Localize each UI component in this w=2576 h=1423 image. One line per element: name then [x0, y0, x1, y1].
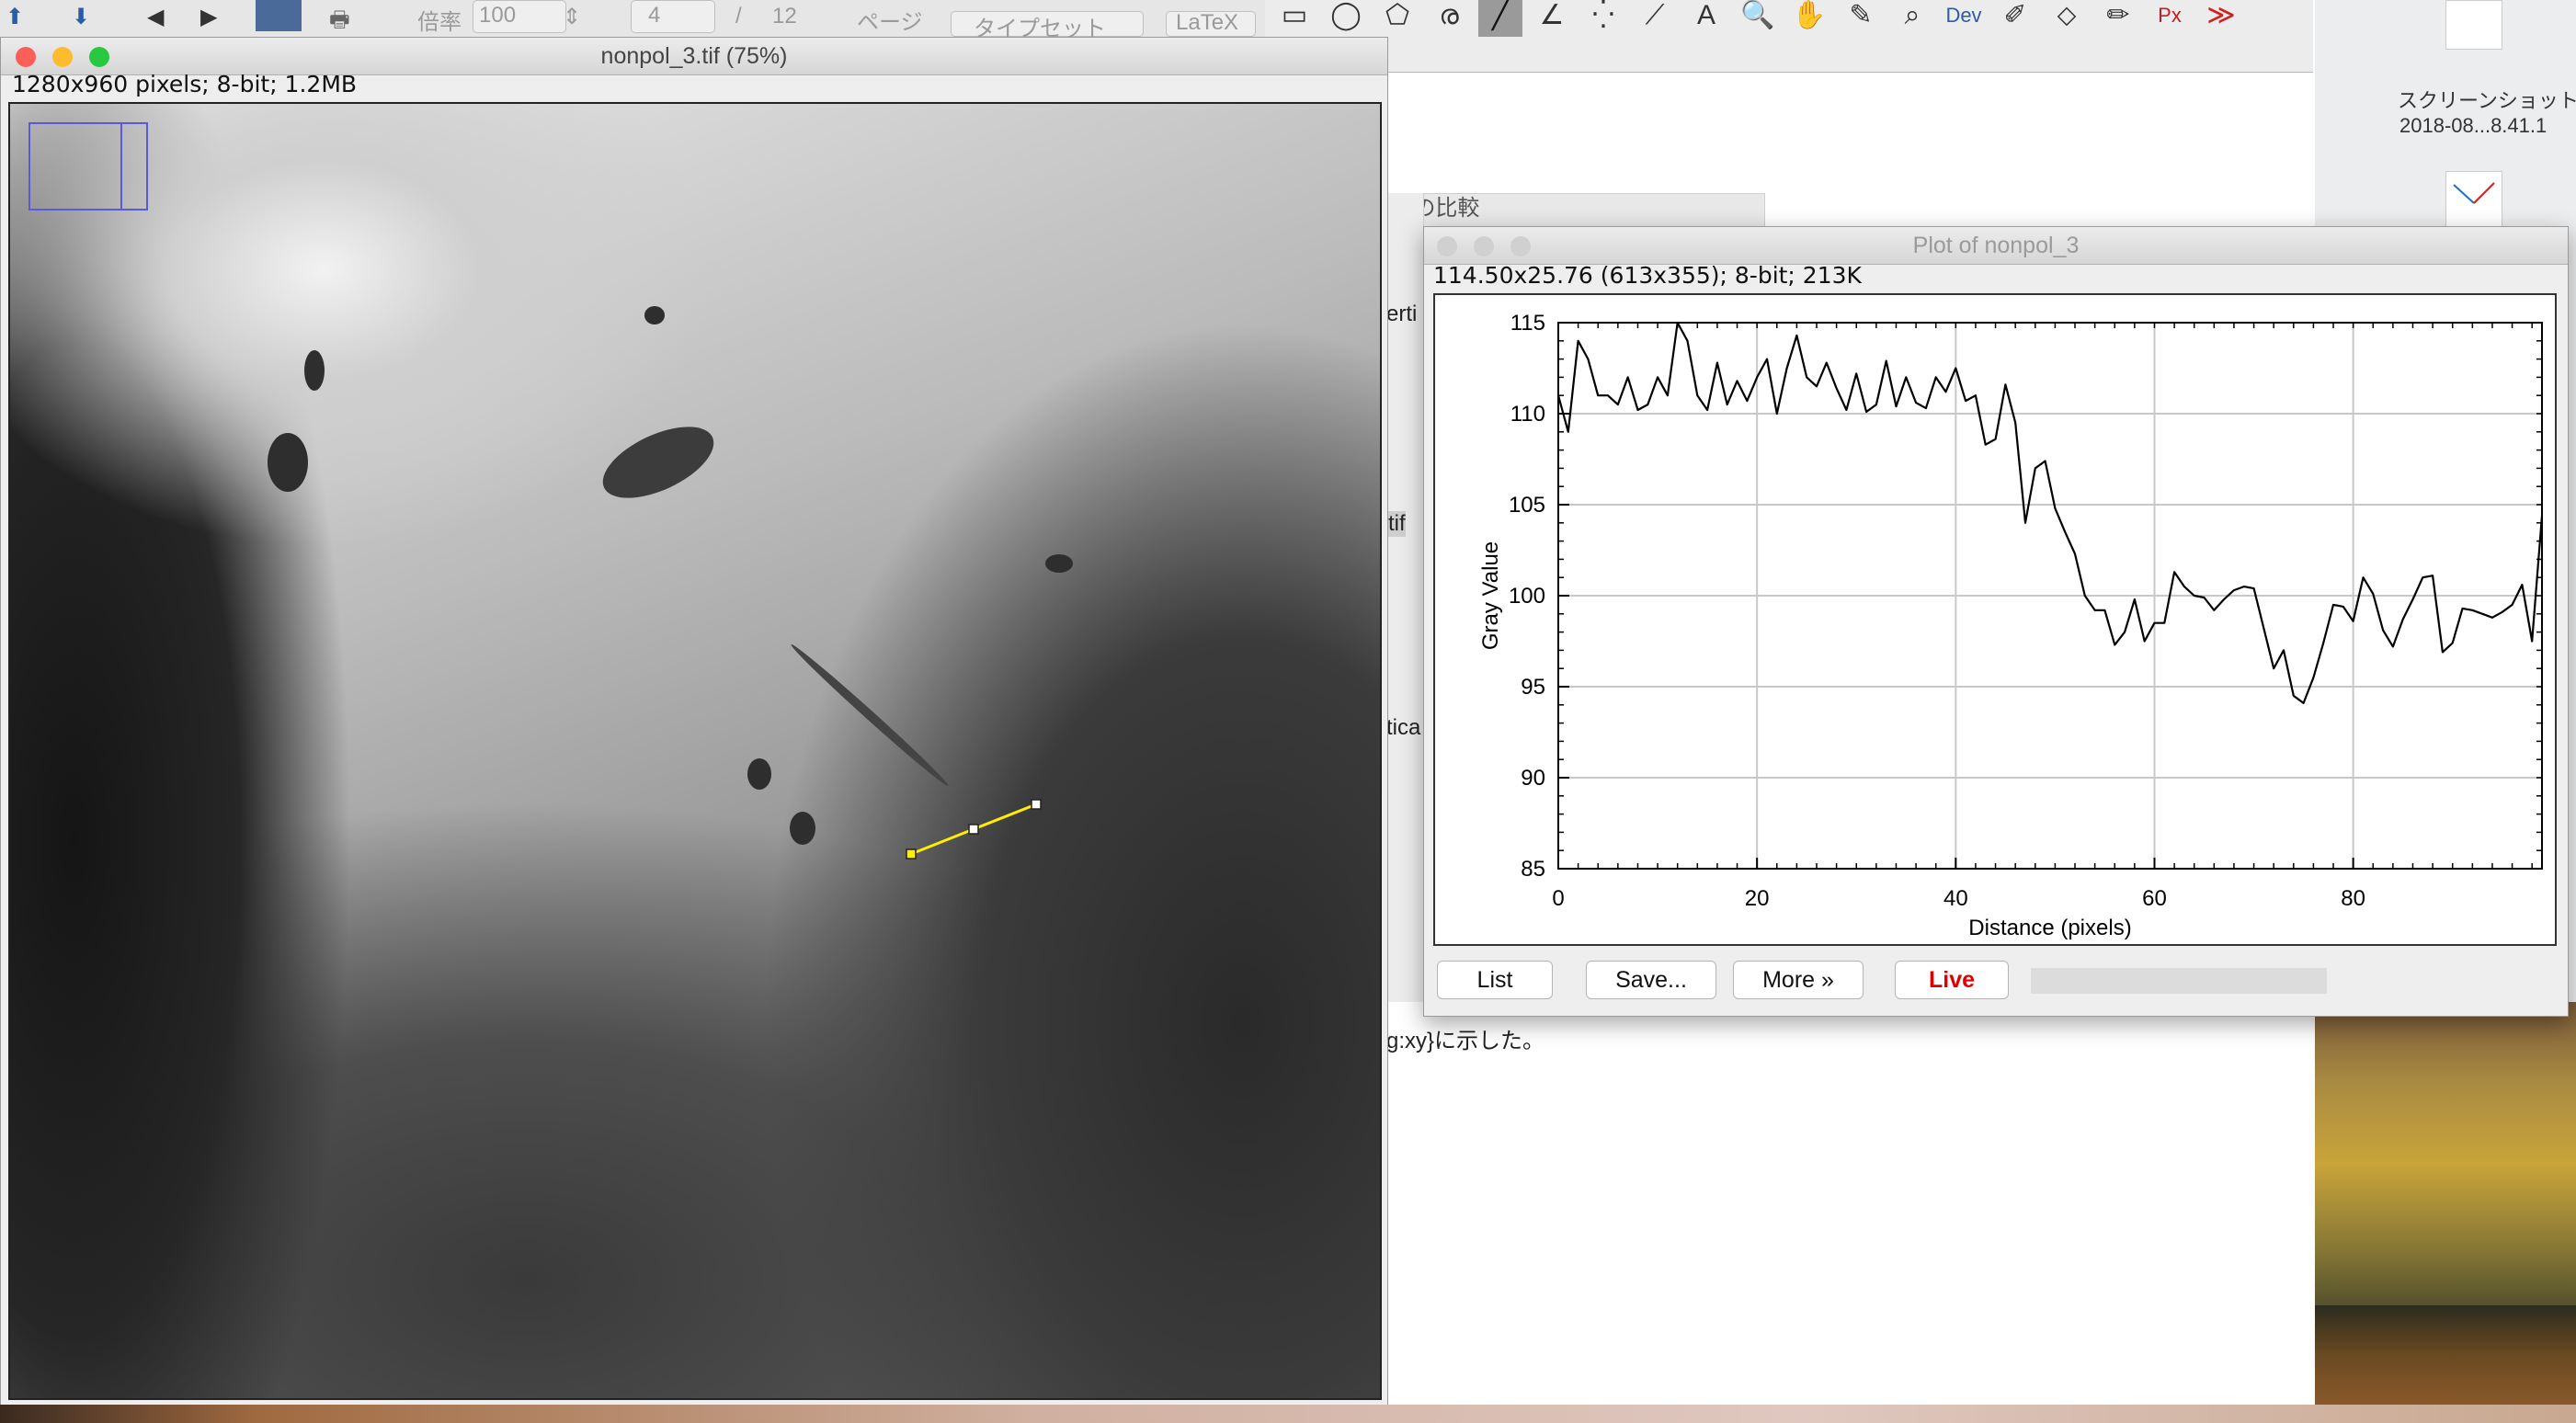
zoom-value: 100	[479, 3, 517, 28]
panel-fragment-vertical: erti	[1386, 302, 1418, 326]
desktop-file-name[interactable]: スクリーンショット	[2398, 85, 2576, 114]
freehand-tool-icon[interactable]: ര	[1427, 0, 1471, 37]
previous-page-icon[interactable]: ◀	[147, 4, 164, 30]
dev-tool-icon[interactable]: Dev	[1942, 0, 1986, 37]
y-tick-label: 85	[1521, 857, 1545, 882]
latex-selector[interactable]: LaTeX	[1166, 10, 1256, 37]
save-button[interactable]: Save...	[1586, 961, 1716, 999]
list-button-label: List	[1476, 967, 1513, 993]
print-icon[interactable]: 🖶	[329, 4, 350, 41]
zoom-button[interactable]	[89, 47, 109, 67]
page-separator: /	[735, 4, 742, 28]
rectangle-tool-icon[interactable]: ▭	[1272, 0, 1316, 37]
oval-tool-icon[interactable]: ◯	[1324, 0, 1368, 37]
x-tick-label: 40	[1943, 886, 1968, 911]
screenshot-file-thumbnail[interactable]	[2445, 0, 2502, 50]
zoom-stepper-icon[interactable]: ⇕	[563, 4, 581, 30]
list-button[interactable]: List	[1437, 961, 1553, 999]
more-button[interactable]: More »	[1733, 961, 1864, 999]
image-canvas[interactable]	[8, 102, 1382, 1400]
y-tick-label: 105	[1509, 493, 1545, 518]
y-tick-label: 100	[1509, 584, 1545, 609]
zoom-label: 倍率	[417, 10, 462, 35]
save-button-label: Save...	[1615, 967, 1687, 993]
live-button[interactable]: Live	[1895, 961, 2009, 999]
y-tick-label: 115	[1510, 311, 1545, 336]
x-axis-label: Distance (pixels)	[1968, 916, 2131, 940]
minimize-button[interactable]	[52, 47, 73, 67]
plot-info: 114.50x25.76 (613x355); 8-bit; 213K	[1433, 262, 1862, 289]
diagram-file-thumbnail[interactable]	[2445, 171, 2502, 228]
line-handle-end[interactable]	[1031, 799, 1042, 810]
download-arrow-icon[interactable]: ⬇	[72, 4, 90, 30]
dropper-tool-icon[interactable]: ✎	[1839, 0, 1883, 37]
desktop-file-date: 2018-08...8.41.1	[2399, 114, 2548, 137]
x-tick-label: 60	[2142, 886, 2167, 911]
pixel-inspector-tool-icon[interactable]: Px	[2148, 0, 2192, 37]
image-info: 1280x960 pixels; 8-bit; 1.2MB	[12, 71, 358, 97]
progress-bar	[2031, 968, 2327, 994]
plot-window-title: Plot of nonpol_3	[1912, 233, 2080, 258]
plot-close-button[interactable]	[1437, 236, 1457, 256]
y-axis-label: Gray Value	[1478, 541, 1503, 650]
y-tick-label: 110	[1510, 402, 1545, 427]
document-fragment-caption: g:xy}に示した。	[1386, 1029, 1545, 1053]
latex-selector-label: LaTeX	[1176, 10, 1239, 35]
text-tool-icon[interactable]: A	[1684, 0, 1728, 37]
polygon-tool-icon[interactable]: ⬠	[1375, 0, 1419, 37]
line-selection[interactable]	[10, 104, 1382, 1400]
page-total: 12	[772, 4, 797, 28]
image-window-titlebar[interactable]: nonpol_3.tif (75%)	[1, 38, 1387, 75]
preview-thumbnail-icon[interactable]	[256, 0, 302, 31]
y-tick-label: 90	[1521, 766, 1545, 791]
magnifier-tool-icon[interactable]: 🔍	[1736, 0, 1780, 37]
plot-zoom-button[interactable]	[1510, 236, 1531, 256]
zoom-field[interactable]: 100	[473, 0, 566, 33]
panel-fragment-vertical-2: tica	[1386, 715, 1421, 740]
close-button[interactable]	[16, 47, 36, 67]
page-value: 4	[648, 3, 661, 28]
x-tick-label: 20	[1745, 886, 1770, 911]
search-tool-icon[interactable]: ⌕	[1890, 0, 1934, 37]
line-handle-start[interactable]	[906, 848, 917, 859]
x-tick-label: 80	[2341, 886, 2365, 911]
editor-toolbar: ⬆ ⬇ ◀ ▶ 🖶 倍率 100 ⇕ 4 / 12 ページ タイプセット LaT…	[0, 0, 1265, 41]
more-tools-icon[interactable]: ≫	[2199, 0, 2243, 37]
hand-tool-icon[interactable]: ✋	[1787, 0, 1831, 37]
image-window-title: nonpol_3.tif (75%)	[600, 43, 788, 69]
editor-side-panel: erti tif tica	[1386, 193, 1424, 1002]
line-tool-icon[interactable]: ╱	[1478, 0, 1522, 37]
gray-value-profile-chart[interactable]: 0 20 40 60 80 85 90 95 100 105 110 115 Distance (pix…	[1435, 295, 2555, 944]
desktop-wallpaper-lake	[2315, 1305, 2576, 1406]
angle-tool-icon[interactable]: ∠	[1530, 0, 1574, 37]
brush-tool-icon[interactable]: ✐	[1993, 0, 2037, 37]
diagram-thumbnail-icon	[2453, 182, 2495, 204]
plot-area[interactable]: 0 20 40 60 80 85 90 95 100 105 110 115 Distance (pix…	[1433, 293, 2557, 946]
line-handle-middle[interactable]	[968, 824, 979, 835]
upload-arrow-icon[interactable]: ⬆	[6, 4, 24, 30]
y-tick-label: 95	[1521, 675, 1545, 700]
x-tick-label: 0	[1552, 886, 1564, 911]
panel-fragment-tif: tif	[1388, 511, 1406, 537]
page-label: ページ	[857, 10, 923, 35]
dock	[0, 1405, 2576, 1423]
image-window[interactable]: nonpol_3.tif (75%) 1280x960 pixels; 8-bi…	[0, 37, 1388, 1406]
flood-fill-tool-icon[interactable]: ⬦	[2045, 0, 2089, 37]
plot-minimize-button[interactable]	[1474, 236, 1494, 256]
wand-tool-icon[interactable]: ⟋	[1633, 0, 1677, 37]
multipoint-tool-icon[interactable]: ⁛	[1581, 0, 1625, 37]
page-field[interactable]: 4	[631, 0, 715, 33]
pencil-tool-icon[interactable]: ✏	[2096, 0, 2140, 37]
gray-value-series-line	[1556, 321, 2544, 704]
typeset-button[interactable]: タイプセット	[951, 11, 1144, 41]
plot-window[interactable]: Plot of nonpol_3 114.50x25.76 (613x355);…	[1423, 226, 2569, 1017]
live-button-label: Live	[1928, 967, 1976, 993]
next-page-icon[interactable]: ▶	[200, 4, 217, 30]
imagej-toolbar: ▭ ◯ ⬠ ര ╱ ∠ ⁛ ⟋ A 🔍 ✋ ✎ ⌕ Dev ✐ ⬦ ✏ Px ≫	[1265, 0, 2313, 73]
more-button-label: More »	[1762, 967, 1834, 993]
plot-window-titlebar[interactable]: Plot of nonpol_3	[1424, 227, 2568, 265]
